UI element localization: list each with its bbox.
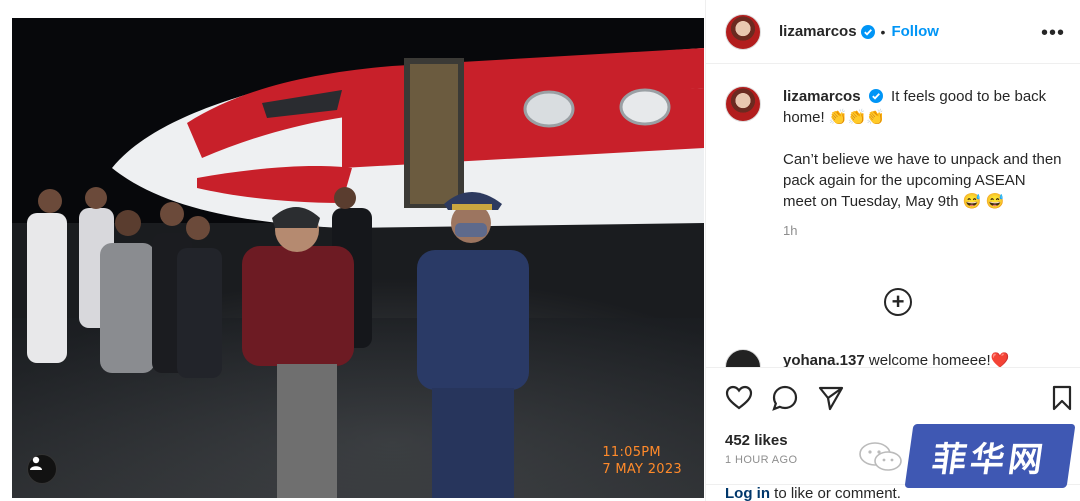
post-age: 1 HOUR AGO <box>725 454 798 466</box>
header-separator: • <box>880 23 886 40</box>
heart-icon[interactable] <box>725 384 753 412</box>
caption-time: 1h <box>783 223 798 238</box>
likes-count[interactable]: 452 likes <box>725 432 788 449</box>
user-tag-button[interactable] <box>27 454 57 484</box>
post-header: lizamarcos • Follow ••• <box>706 0 1080 64</box>
watermark-text: 菲华网 <box>929 439 1050 480</box>
author-username[interactable]: lizamarcos <box>779 23 857 40</box>
photo-timestamp-date: 7 MAY 2023 <box>602 462 682 477</box>
comment-icon[interactable] <box>771 384 799 412</box>
more-icon[interactable]: ••• <box>1041 22 1065 45</box>
wechat-watermark-icon <box>859 442 902 471</box>
commenter-username[interactable]: yohana.137 <box>783 352 865 367</box>
caption-username[interactable]: lizamarcos <box>783 88 861 105</box>
caption: lizamarcos It feels good to be back home… <box>725 86 1065 241</box>
share-icon[interactable] <box>817 384 845 412</box>
follow-button[interactable]: Follow <box>891 23 939 40</box>
comment-text: welcome homeee!❤️ <box>868 352 1010 367</box>
user-tag-icon <box>30 456 42 470</box>
watermark-badge: 菲华网 <box>904 424 1076 488</box>
comment-peek: yohana.137 welcome homeee!❤️ <box>725 349 1065 367</box>
action-bar <box>706 367 1080 427</box>
caption-body: lizamarcos It feels good to be back home… <box>783 86 1063 241</box>
caption-text-rest: Can’t believe we have to unpack and then… <box>783 151 1066 210</box>
author-avatar[interactable] <box>725 13 761 50</box>
post-photo[interactable]: 11:05PM 7 MAY 2023 <box>12 18 704 498</box>
photo-timestamp-time: 11:05PM <box>602 445 661 460</box>
bookmark-icon[interactable] <box>1048 384 1076 412</box>
caption-avatar[interactable] <box>725 86 761 122</box>
photo-timestamp: 11:05PM 7 MAY 2023 <box>602 444 682 478</box>
verified-icon <box>860 24 875 39</box>
commenter-avatar[interactable] <box>725 349 761 367</box>
login-prompt-rest: to like or comment. <box>770 485 901 501</box>
photo-scene <box>12 18 704 498</box>
verified-icon <box>868 89 883 103</box>
add-comment-icon[interactable]: + <box>884 288 912 316</box>
login-link[interactable]: Log in <box>725 485 770 501</box>
